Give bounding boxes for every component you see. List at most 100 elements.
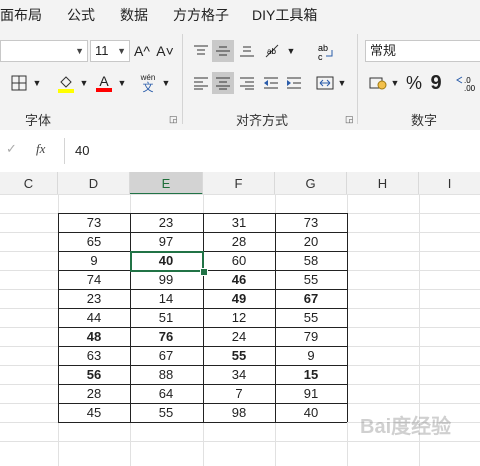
- menu-data[interactable]: 数据: [120, 5, 148, 25]
- font-name-combo[interactable]: ▼: [0, 40, 88, 62]
- insert-function-icon[interactable]: fx: [36, 141, 45, 157]
- dialog-launcher-icon[interactable]: ◲: [169, 114, 178, 125]
- menu-fangfang[interactable]: 方方格子: [173, 5, 229, 25]
- table-cell[interactable]: 46: [203, 270, 275, 289]
- align-top-button[interactable]: [190, 40, 212, 62]
- table-border-horizontal: [58, 346, 347, 347]
- chevron-down-icon: ▼: [117, 46, 126, 56]
- table-cell[interactable]: 12: [203, 308, 275, 327]
- table-cell[interactable]: 64: [130, 384, 202, 403]
- fill-handle[interactable]: [200, 268, 208, 276]
- chevron-down-icon[interactable]: ▼: [32, 75, 42, 91]
- table-cell[interactable]: 7: [203, 384, 275, 403]
- menu-formulas[interactable]: 公式: [67, 5, 95, 25]
- column-header-e[interactable]: E: [130, 172, 203, 195]
- table-border-vertical: [347, 213, 348, 422]
- font-size-combo[interactable]: 11 ▼: [90, 40, 130, 62]
- table-cell[interactable]: 40: [275, 403, 347, 422]
- wrap-text-button[interactable]: ab c: [314, 40, 336, 64]
- table-cell[interactable]: 55: [203, 346, 275, 365]
- table-cell[interactable]: 28: [203, 232, 275, 251]
- table-cell[interactable]: 65: [58, 232, 130, 251]
- grow-font-button[interactable]: A^: [132, 40, 152, 62]
- table-cell[interactable]: 9: [58, 251, 130, 270]
- borders-button[interactable]: [8, 72, 30, 94]
- column-header-g[interactable]: G: [275, 172, 347, 195]
- table-cell[interactable]: 97: [130, 232, 202, 251]
- menu-diy-toolbox[interactable]: DIY工具箱: [252, 5, 317, 25]
- chevron-down-icon[interactable]: ▼: [117, 75, 127, 91]
- align-right-button[interactable]: [236, 72, 258, 94]
- table-cell[interactable]: 88: [130, 365, 202, 384]
- percent-style-button[interactable]: %: [403, 72, 425, 94]
- table-cell[interactable]: 48: [58, 327, 130, 346]
- table-cell[interactable]: 14: [130, 289, 202, 308]
- column-header-d[interactable]: D: [58, 172, 130, 195]
- table-cell[interactable]: 67: [275, 289, 347, 308]
- table-cell[interactable]: 56: [58, 365, 130, 384]
- table-cell[interactable]: 98: [203, 403, 275, 422]
- table-border-vertical: [275, 213, 276, 422]
- table-cell[interactable]: 55: [275, 270, 347, 289]
- table-cell[interactable]: 28: [58, 384, 130, 403]
- merge-center-button[interactable]: [314, 72, 336, 94]
- table-cell[interactable]: 58: [275, 251, 347, 270]
- table-cell[interactable]: 31: [203, 213, 275, 232]
- table-cell[interactable]: 76: [130, 327, 202, 346]
- table-cell[interactable]: 74: [58, 270, 130, 289]
- column-header-h[interactable]: H: [347, 172, 419, 195]
- chevron-down-icon[interactable]: ▼: [161, 75, 171, 91]
- chevron-down-icon[interactable]: ▼: [286, 43, 296, 59]
- fill-color-button[interactable]: [55, 72, 77, 94]
- column-header-f[interactable]: F: [203, 172, 275, 195]
- decrease-indent-button[interactable]: [260, 72, 282, 94]
- formula-input[interactable]: 40: [64, 138, 480, 164]
- table-cell[interactable]: 99: [130, 270, 202, 289]
- comma-style-button[interactable]: 9: [426, 72, 446, 94]
- table-cell[interactable]: 49: [203, 289, 275, 308]
- font-color-icon: A: [99, 73, 109, 89]
- table-cell[interactable]: 67: [130, 346, 202, 365]
- table-cell[interactable]: 51: [130, 308, 202, 327]
- align-center-button[interactable]: [212, 72, 234, 94]
- increase-indent-button[interactable]: [283, 72, 305, 94]
- table-cell[interactable]: 73: [58, 213, 130, 232]
- table-cell[interactable]: 9: [275, 346, 347, 365]
- table-cell[interactable]: 73: [275, 213, 347, 232]
- table-cell[interactable]: 55: [275, 308, 347, 327]
- active-cell-outline[interactable]: [130, 251, 204, 272]
- align-bottom-button[interactable]: [236, 40, 258, 62]
- table-cell[interactable]: 20: [275, 232, 347, 251]
- chevron-down-icon[interactable]: ▼: [337, 75, 347, 91]
- column-header-i[interactable]: I: [419, 172, 480, 195]
- column-header-c[interactable]: C: [0, 172, 58, 195]
- font-color-button[interactable]: A: [93, 72, 115, 94]
- align-middle-button[interactable]: [212, 40, 234, 62]
- font-color-swatch: [96, 88, 112, 92]
- menu-page-layout[interactable]: 面布局: [0, 5, 42, 25]
- dialog-launcher-icon[interactable]: ◲: [345, 114, 354, 125]
- accounting-format-button[interactable]: [367, 72, 389, 94]
- table-cell[interactable]: 60: [203, 251, 275, 270]
- chevron-down-icon[interactable]: ▼: [390, 75, 400, 91]
- table-cell[interactable]: 63: [58, 346, 130, 365]
- orientation-button[interactable]: ab: [262, 40, 284, 62]
- table-cell[interactable]: 45: [58, 403, 130, 422]
- table-cell[interactable]: 44: [58, 308, 130, 327]
- table-cell[interactable]: 55: [130, 403, 202, 422]
- table-cell[interactable]: 34: [203, 365, 275, 384]
- table-cell[interactable]: 23: [58, 289, 130, 308]
- align-left-button[interactable]: [190, 72, 212, 94]
- table-cell[interactable]: 79: [275, 327, 347, 346]
- check-icon[interactable]: ✓: [6, 141, 17, 157]
- table-border-horizontal: [58, 365, 347, 366]
- table-cell[interactable]: 23: [130, 213, 202, 232]
- table-cell[interactable]: 91: [275, 384, 347, 403]
- shrink-font-button[interactable]: A˅: [155, 40, 175, 62]
- phonetic-button[interactable]: wén 文: [136, 70, 160, 96]
- table-cell[interactable]: 15: [275, 365, 347, 384]
- table-cell[interactable]: 24: [203, 327, 275, 346]
- number-format-combo[interactable]: 常规: [365, 40, 480, 62]
- chevron-down-icon[interactable]: ▼: [79, 75, 89, 91]
- increase-decimal-button[interactable]: .0.00: [455, 72, 480, 94]
